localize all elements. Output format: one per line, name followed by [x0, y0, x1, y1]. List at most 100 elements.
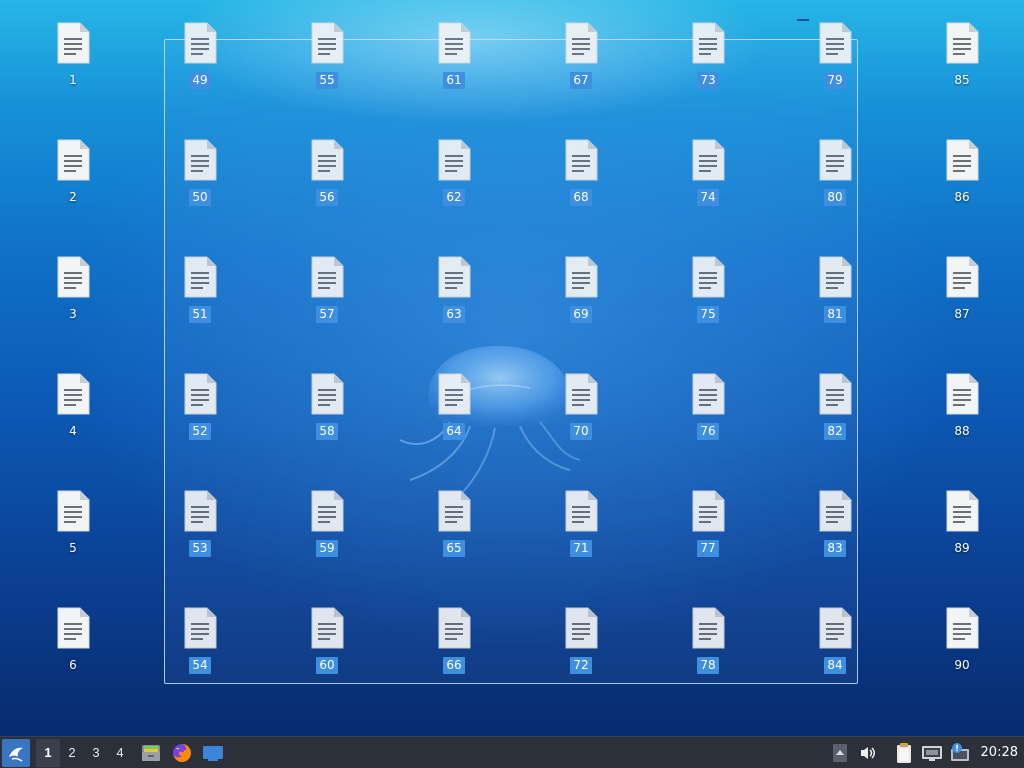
file-name-label: 85	[954, 73, 970, 87]
file-name-label: 54	[189, 657, 211, 674]
tray-expand-button[interactable]	[827, 739, 853, 767]
desktop-file-icon[interactable]: 72	[549, 607, 613, 687]
desktop-file-icon[interactable]: 61	[422, 22, 486, 102]
desktop-file-icon[interactable]: 84	[803, 607, 867, 687]
file-name-label: 83	[824, 540, 846, 557]
desktop-file-icon[interactable]: 56	[295, 139, 359, 219]
desktop-file-icon[interactable]: 69	[549, 256, 613, 336]
desktop-file-icon[interactable]: 68	[549, 139, 613, 219]
desktop-file-icon[interactable]: 79	[803, 22, 867, 102]
workspace-4-button[interactable]: 4	[108, 739, 132, 767]
desktop-file-icon[interactable]: 78	[676, 607, 740, 687]
text-document-icon	[56, 373, 90, 415]
desktop-file-icon[interactable]: 71	[549, 490, 613, 570]
desktop-file-icon[interactable]: 88	[930, 373, 994, 453]
desktop-file-icon[interactable]: 65	[422, 490, 486, 570]
desktop-file-icon[interactable]: 70	[549, 373, 613, 453]
updates-tray[interactable]	[947, 739, 973, 767]
desktop-file-icon[interactable]: 50	[168, 139, 232, 219]
file-name-label: 55	[316, 72, 338, 89]
desktop-file-icon[interactable]: 55	[295, 22, 359, 102]
desktop-file-icon[interactable]: 57	[295, 256, 359, 336]
file-name-label: 84	[824, 657, 846, 674]
network-tray[interactable]	[919, 739, 945, 767]
desktop-file-icon[interactable]: 60	[295, 607, 359, 687]
file-name-label: 5	[69, 541, 77, 555]
desktop[interactable]: 1 2 3 4 5 6 49 50 51 52 53 54 55 56 57 58 59 60 61 62 63 64 65…	[0, 0, 1024, 736]
text-document-icon	[945, 139, 979, 181]
desktop-file-icon[interactable]: 51	[168, 256, 232, 336]
file-name-label: 76	[697, 423, 719, 440]
file-name-label: 58	[316, 423, 338, 440]
updates-icon	[950, 742, 969, 761]
desktop-file-icon[interactable]: 64	[422, 373, 486, 453]
start-menu-button[interactable]	[2, 738, 30, 767]
desktop-file-icon[interactable]: 76	[676, 373, 740, 453]
desktop-file-icon[interactable]: 3	[41, 256, 105, 336]
file-name-label: 64	[443, 423, 465, 440]
desktop-file-icon[interactable]: 49	[168, 22, 232, 102]
text-document-icon	[437, 490, 471, 532]
file-name-label: 75	[697, 306, 719, 323]
text-document-icon	[310, 256, 344, 298]
text-document-icon	[945, 256, 979, 298]
desktop-file-icon[interactable]: 90	[930, 607, 994, 687]
file-name-label: 70	[570, 423, 592, 440]
text-document-icon	[945, 607, 979, 649]
file-name-label: 61	[443, 72, 465, 89]
file-name-label: 68	[570, 189, 592, 206]
volume-control[interactable]	[855, 739, 881, 767]
desktop-file-icon[interactable]: 80	[803, 139, 867, 219]
desktop-file-icon[interactable]: 53	[168, 490, 232, 570]
desktop-file-icon[interactable]: 54	[168, 607, 232, 687]
desktop-file-icon[interactable]: 52	[168, 373, 232, 453]
file-name-label: 78	[697, 657, 719, 674]
desktop-file-icon[interactable]: 67	[549, 22, 613, 102]
desktop-file-icon[interactable]: 85	[930, 22, 994, 102]
file-name-label: 80	[824, 189, 846, 206]
desktop-file-icon[interactable]: 74	[676, 139, 740, 219]
desktop-file-icon[interactable]: 59	[295, 490, 359, 570]
desktop-file-icon[interactable]: 87	[930, 256, 994, 336]
text-document-icon	[437, 139, 471, 181]
desktop-file-icon[interactable]: 4	[41, 373, 105, 453]
desktop-file-icon[interactable]: 5	[41, 490, 105, 570]
text-document-icon	[564, 490, 598, 532]
desktop-file-icon[interactable]: 58	[295, 373, 359, 453]
desktop-file-icon[interactable]: 2	[41, 139, 105, 219]
workspace-2-button[interactable]: 2	[60, 739, 84, 767]
file-name-label: 51	[189, 306, 211, 323]
text-document-icon	[691, 256, 725, 298]
desktop-file-icon[interactable]: 66	[422, 607, 486, 687]
workspace-3-button[interactable]: 3	[84, 739, 108, 767]
text-document-icon	[564, 373, 598, 415]
desktop-file-icon[interactable]: 83	[803, 490, 867, 570]
clipboard-tray[interactable]	[891, 739, 917, 767]
file-name-label: 67	[570, 72, 592, 89]
desktop-file-icon[interactable]: 6	[41, 607, 105, 687]
desktop-file-icon[interactable]: 86	[930, 139, 994, 219]
text-document-icon	[691, 139, 725, 181]
file-manager-launcher[interactable]	[137, 739, 165, 767]
desktop-file-icon[interactable]: 81	[803, 256, 867, 336]
file-name-label: 82	[824, 423, 846, 440]
file-name-label: 66	[443, 657, 465, 674]
desktop-file-icon[interactable]: 73	[676, 22, 740, 102]
desktop-file-icon[interactable]: 82	[803, 373, 867, 453]
text-document-icon	[56, 490, 90, 532]
file-name-label: 56	[316, 189, 338, 206]
desktop-file-icon[interactable]: 62	[422, 139, 486, 219]
file-name-label: 62	[443, 189, 465, 206]
desktop-file-icon[interactable]: 63	[422, 256, 486, 336]
network-icon	[921, 745, 942, 761]
clock[interactable]: 20:28	[973, 745, 1024, 760]
desktop-file-icon[interactable]: 1	[41, 22, 105, 102]
show-desktop-launcher[interactable]	[199, 739, 227, 767]
text-document-icon	[183, 139, 217, 181]
firefox-launcher[interactable]	[168, 739, 196, 767]
desktop-file-icon[interactable]: 75	[676, 256, 740, 336]
workspace-1-button[interactable]: 1	[36, 738, 60, 767]
desktop-file-icon[interactable]: 89	[930, 490, 994, 570]
text-document-icon	[945, 22, 979, 64]
desktop-file-icon[interactable]: 77	[676, 490, 740, 570]
